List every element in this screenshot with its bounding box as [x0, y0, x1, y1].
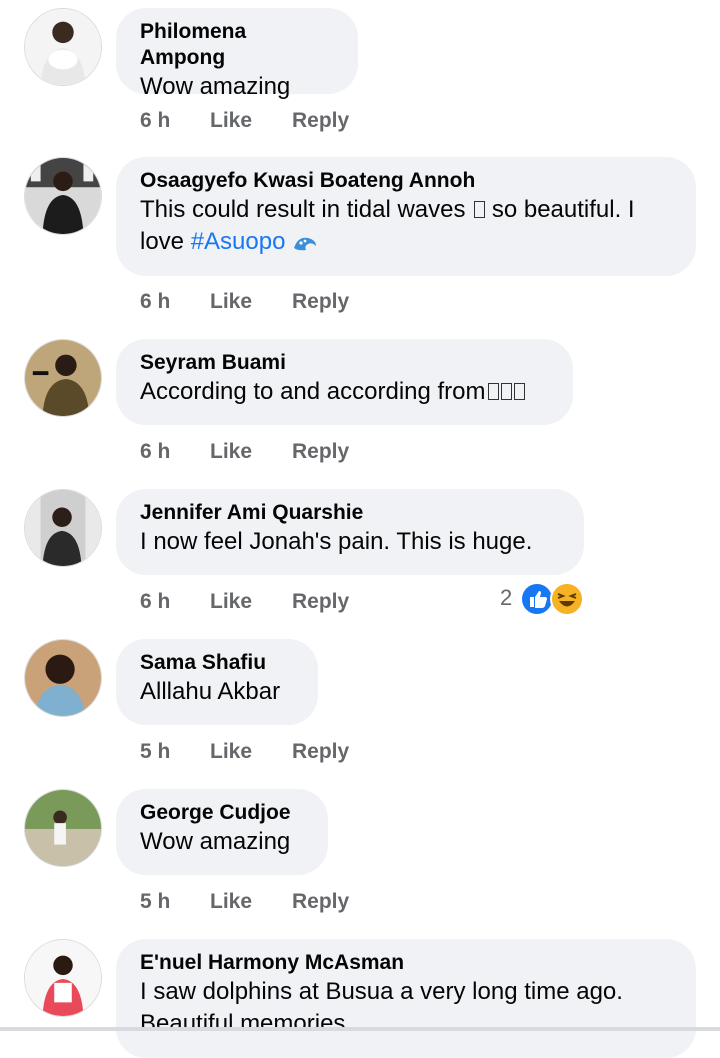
comment-bubble: E'nuel Harmony McAsman I saw dolphins at…	[116, 939, 696, 1058]
timestamp[interactable]: 6 h	[140, 587, 170, 617]
comment-text: I now feel Jonah's pain. This is huge.	[140, 528, 533, 555]
missing-glyph-icon	[487, 383, 499, 400]
avatar[interactable]	[24, 789, 102, 867]
missing-glyph-icon	[513, 383, 525, 400]
bottom-divider	[0, 1027, 720, 1031]
author-name[interactable]: George Cudjoe	[140, 800, 304, 826]
comment-text: According to and according from	[140, 376, 549, 408]
comment-text-line2: love #Asuopo	[140, 226, 672, 258]
comment-text: Wow amazing	[140, 828, 291, 855]
reaction-summary[interactable]: 2	[500, 582, 590, 618]
author-name[interactable]: Jennifer Ami Quarshie	[140, 500, 560, 526]
author-name[interactable]: Philomena Ampong	[140, 19, 334, 71]
like-button[interactable]: Like	[210, 437, 252, 467]
avatar[interactable]	[24, 339, 102, 417]
avatar[interactable]	[24, 939, 102, 1017]
reply-button[interactable]: Reply	[292, 887, 349, 917]
missing-glyph-icon	[474, 201, 486, 218]
comment-bubble: Osaagyefo Kwasi Boateng Annoh This could…	[116, 157, 696, 276]
reply-button[interactable]: Reply	[292, 587, 349, 617]
like-button[interactable]: Like	[210, 106, 252, 136]
timestamp[interactable]: 6 h	[140, 437, 170, 467]
avatar[interactable]	[24, 489, 102, 567]
author-name[interactable]: Seyram Buami	[140, 350, 549, 376]
avatar[interactable]	[24, 157, 102, 235]
comment-text: This could result in tidal waves so beau…	[140, 196, 635, 223]
like-button[interactable]: Like	[210, 737, 252, 767]
wave-icon	[294, 237, 317, 250]
timestamp[interactable]: 6 h	[140, 106, 170, 136]
comment-text-line2: Beautiful memories	[140, 1010, 346, 1037]
avatar[interactable]	[24, 639, 102, 717]
laugh-icon	[550, 582, 584, 616]
timestamp[interactable]: 5 h	[140, 887, 170, 917]
missing-glyph-icon	[500, 383, 512, 400]
comment-text: Alllahu Akbar	[140, 678, 281, 705]
timestamp[interactable]: 5 h	[140, 737, 170, 767]
author-name[interactable]: Sama Shafiu	[140, 650, 294, 676]
author-name[interactable]: Osaagyefo Kwasi Boateng Annoh	[140, 168, 672, 194]
comment-text: Wow amazing	[140, 73, 291, 100]
like-button[interactable]: Like	[210, 887, 252, 917]
like-icon	[520, 582, 554, 616]
reply-button[interactable]: Reply	[292, 287, 349, 317]
reply-button[interactable]: Reply	[292, 737, 349, 767]
reaction-count: 2	[500, 585, 513, 610]
comment-bubble: Jennifer Ami Quarshie I now feel Jonah's…	[116, 489, 584, 575]
timestamp[interactable]: 6 h	[140, 287, 170, 317]
reply-button[interactable]: Reply	[292, 437, 349, 467]
like-button[interactable]: Like	[210, 287, 252, 317]
comment-bubble: George Cudjoe Wow amazing	[116, 789, 328, 875]
like-button[interactable]: Like	[210, 587, 252, 617]
author-name[interactable]: E'nuel Harmony McAsman	[140, 950, 672, 976]
comment-bubble: Sama Shafiu Alllahu Akbar	[116, 639, 318, 725]
avatar[interactable]	[24, 8, 102, 86]
comment-bubble: Philomena Ampong Wow amazing	[116, 8, 358, 100]
comment-text: I saw dolphins at Busua a very long time…	[140, 978, 623, 1005]
reply-button[interactable]: Reply	[292, 106, 349, 136]
hashtag-link[interactable]: #Asuopo	[191, 228, 286, 255]
comment-bubble: Seyram Buami According to and according …	[116, 339, 573, 425]
